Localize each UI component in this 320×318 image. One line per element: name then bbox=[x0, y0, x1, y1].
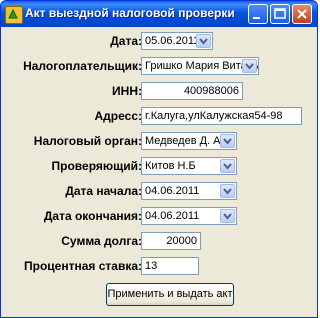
maximize-icon bbox=[274, 8, 286, 19]
end-date-picker[interactable]: 04.06.2011 bbox=[141, 207, 237, 225]
minimize-button[interactable] bbox=[248, 4, 268, 24]
rate-field[interactable]: 13 bbox=[141, 257, 199, 275]
rate-label: Процентная ставка: bbox=[24, 259, 142, 273]
app-icon[interactable] bbox=[5, 6, 23, 24]
close-button[interactable] bbox=[292, 4, 312, 24]
address-value: г.Калуга,улКалужская54-98 bbox=[145, 110, 283, 122]
address-field[interactable]: г.Калуга,улКалужская54-98 bbox=[141, 107, 302, 125]
chevron-down-icon bbox=[223, 138, 232, 145]
minimize-icon bbox=[253, 17, 260, 19]
date-value: 05.06.2011 bbox=[145, 35, 200, 47]
inspector-dropdown-button[interactable] bbox=[220, 159, 235, 173]
end-date-dropdown-button[interactable] bbox=[220, 209, 235, 223]
close-icon bbox=[297, 9, 307, 19]
date-label: Дата: bbox=[110, 34, 142, 48]
taxpayer-label: Налогоплательщик: bbox=[23, 59, 142, 73]
debt-label: Сумма долга: bbox=[61, 234, 142, 248]
taxpayer-select[interactable]: Гришко Мария Витальевна bbox=[141, 57, 259, 75]
end-date-value: 04.06.2011 bbox=[145, 210, 200, 222]
form-area: Дата: 05.06.2011 Налогоплательщик: Гришк… bbox=[5, 27, 313, 313]
inspector-value: Китов Н.Б bbox=[145, 160, 196, 172]
debt-field[interactable]: 20000 bbox=[141, 232, 201, 250]
start-date-picker[interactable]: 04.06.2011 bbox=[141, 182, 237, 200]
address-label: Адресс: bbox=[94, 109, 142, 123]
end-date-label: Дата окончания: bbox=[43, 209, 142, 223]
debt-value: 20000 bbox=[166, 235, 197, 247]
tax-office-select[interactable]: Медведев Д. А. bbox=[141, 132, 237, 150]
apply-and-issue-button[interactable]: Применить и выдать акт bbox=[106, 283, 234, 306]
inspector-label: Проверяющий: bbox=[51, 159, 142, 173]
start-date-value: 04.06.2011 bbox=[145, 185, 200, 197]
date-dropdown-button[interactable] bbox=[196, 34, 211, 48]
inn-field[interactable]: 400988006 bbox=[141, 82, 243, 100]
chevron-down-icon bbox=[223, 213, 232, 220]
start-date-label: Дата начала: bbox=[65, 184, 142, 198]
inn-value: 400988006 bbox=[183, 85, 239, 97]
chevron-down-icon bbox=[199, 38, 208, 45]
inspector-select[interactable]: Китов Н.Б bbox=[141, 157, 237, 175]
inn-label: ИНН: bbox=[112, 84, 142, 98]
chevron-down-icon bbox=[223, 163, 232, 170]
app-window: Акт выездной налоговой проверки Дата: 05… bbox=[0, 0, 318, 318]
start-date-dropdown-button[interactable] bbox=[220, 184, 235, 198]
tax-office-value: Медведев Д. А. bbox=[145, 135, 224, 147]
rate-value: 13 bbox=[145, 260, 158, 272]
tax-office-label: Налоговый орган: bbox=[33, 134, 142, 148]
date-picker[interactable]: 05.06.2011 bbox=[141, 32, 213, 50]
window-title: Акт выездной налоговой проверки bbox=[25, 6, 235, 20]
chevron-down-icon bbox=[245, 63, 254, 70]
tax-office-dropdown-button[interactable] bbox=[220, 134, 235, 148]
taxpayer-dropdown-button[interactable] bbox=[242, 59, 257, 73]
chevron-down-icon bbox=[223, 188, 232, 195]
title-bar[interactable]: Акт выездной налоговой проверки bbox=[1, 1, 317, 27]
maximize-button[interactable] bbox=[270, 4, 290, 24]
